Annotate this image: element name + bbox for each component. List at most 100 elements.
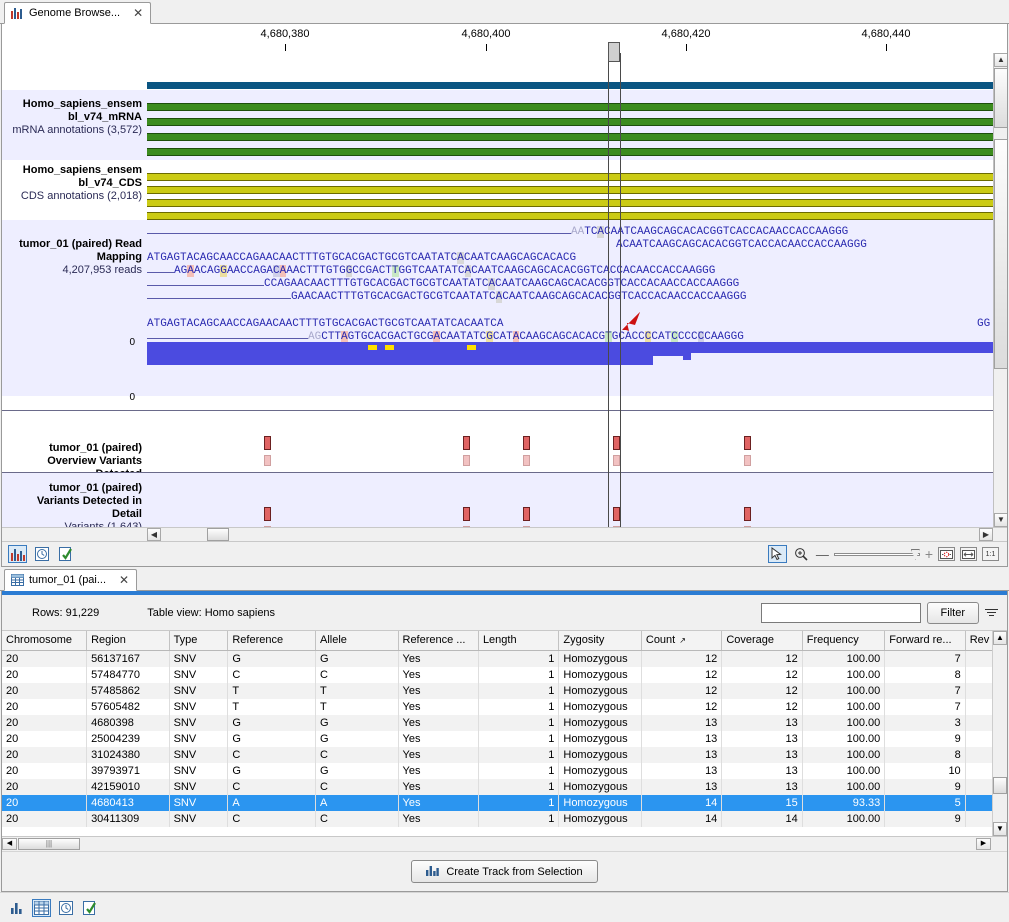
tab-variant-table[interactable]: tumor_01 (pai... ✕ bbox=[4, 569, 137, 591]
variant-marker[interactable] bbox=[463, 436, 470, 466]
browser-horizontal-scrollbar[interactable]: ◀ ▶ bbox=[2, 527, 1007, 541]
read-row[interactable]: AGAACAGGAACCAGACAAACTTTGTGGCCGACTTGGTCAA… bbox=[147, 265, 715, 278]
read-row[interactable]: AATCACAATCAAGCAGCACACGGTCACCACAACCACCAAG… bbox=[147, 226, 848, 239]
table-cell-allele: G bbox=[316, 650, 399, 667]
cds-feature[interactable] bbox=[147, 212, 993, 220]
scroll-thumb[interactable] bbox=[994, 139, 1007, 369]
table-cell-forward: 8 bbox=[885, 667, 965, 683]
table-row[interactable]: 2057484770SNVCCYes1Homozygous1212100.008 bbox=[2, 667, 1007, 683]
scroll-down-button[interactable]: ▼ bbox=[993, 822, 1007, 836]
scroll-thumb[interactable] bbox=[994, 68, 1007, 128]
scroll-thumb[interactable]: ||| bbox=[18, 838, 80, 850]
scroll-up-button[interactable]: ▲ bbox=[993, 631, 1007, 645]
close-icon[interactable]: ✕ bbox=[133, 7, 143, 19]
table-vertical-scrollbar[interactable]: ▲ ▼ bbox=[992, 631, 1007, 836]
zoom-in-label[interactable]: + bbox=[925, 546, 933, 562]
table-row[interactable]: 2025004239SNVGGYes1Homozygous1313100.009 bbox=[2, 731, 1007, 747]
checklist-icon[interactable] bbox=[56, 545, 75, 563]
column-header-reference[interactable]: Reference bbox=[228, 631, 316, 650]
table-row[interactable]: 204680413SNVAAYes1Homozygous141593.335 bbox=[2, 795, 1007, 811]
scroll-up-button[interactable]: ▲ bbox=[994, 53, 1007, 67]
table-cell-chromosome: 20 bbox=[2, 699, 87, 715]
clock-icon[interactable] bbox=[56, 899, 75, 917]
filter-input[interactable] bbox=[761, 603, 921, 623]
cursor-line-right[interactable] bbox=[620, 53, 621, 527]
read-row[interactable]: ACAATCAAGCAGCACACGGTCACCACAACCACCAAGGG bbox=[616, 239, 867, 252]
variant-marker[interactable] bbox=[613, 436, 620, 466]
column-header-length[interactable]: Length bbox=[478, 631, 558, 650]
read-row[interactable]: GAACAACTTTGTGCACGACTGCGTCAATATCACAATCAAG… bbox=[147, 291, 747, 304]
table-row[interactable]: 2039793971SNVGGYes1Homozygous1313100.001… bbox=[2, 763, 1007, 779]
variant-marker[interactable] bbox=[523, 436, 530, 466]
column-header-type[interactable]: Type bbox=[169, 631, 228, 650]
column-header-forward-reads[interactable]: Forward re... bbox=[885, 631, 965, 650]
scroll-right-button[interactable]: ▶ bbox=[976, 838, 991, 850]
table-row[interactable]: 2057605482SNVTTYes1Homozygous1212100.007 bbox=[2, 699, 1007, 715]
table-row[interactable]: 204680398SNVGGYes1Homozygous1313100.003 bbox=[2, 715, 1007, 731]
variant-marker[interactable] bbox=[264, 507, 271, 527]
table-cell-type: SNV bbox=[169, 811, 228, 827]
variant-marker[interactable] bbox=[523, 507, 530, 527]
scroll-thumb[interactable] bbox=[207, 528, 229, 541]
mrna-feature[interactable] bbox=[147, 103, 993, 111]
magnifier-icon[interactable] bbox=[792, 545, 811, 563]
variant-marker[interactable] bbox=[613, 507, 620, 527]
mrna-feature[interactable] bbox=[147, 148, 993, 156]
table-cell-ref_flag: Yes bbox=[398, 779, 478, 795]
tab-genome-browser[interactable]: Genome Browse... ✕ bbox=[4, 2, 151, 24]
variant-marker[interactable] bbox=[744, 436, 751, 466]
mrna-feature[interactable] bbox=[147, 133, 993, 141]
table-row[interactable]: 2057485862SNVTTYes1Homozygous1212100.007 bbox=[2, 683, 1007, 699]
genome-browser-view[interactable]: 4,680,380 4,680,400 4,680,420 4,680,440 … bbox=[2, 24, 1007, 527]
consensus-reference-row: ATGAGTACAGCAACCAGAACAACTTTGTGCACGACTGCGT… bbox=[147, 318, 503, 331]
variant-marker[interactable] bbox=[744, 507, 751, 527]
create-track-from-selection-button[interactable]: Create Track from Selection bbox=[411, 860, 597, 883]
read-row[interactable]: ATGAGTACAGCAACCAGAACAACTTTGTGCACGACTGCGT… bbox=[147, 252, 576, 265]
cursor-line-left[interactable] bbox=[608, 53, 609, 527]
mrna-feature[interactable] bbox=[147, 118, 993, 126]
cds-feature[interactable] bbox=[147, 186, 993, 194]
zoom-out-label[interactable]: — bbox=[816, 547, 829, 562]
table-cell-chromosome: 20 bbox=[2, 715, 87, 731]
filter-icon[interactable] bbox=[985, 605, 999, 621]
onetoone-button[interactable]: 1:1 bbox=[982, 547, 999, 561]
barchart-icon[interactable] bbox=[8, 545, 27, 563]
table-row[interactable]: 2030411309SNVCCYes1Homozygous1414100.009 bbox=[2, 811, 1007, 827]
read-row[interactable]: CCAGAACAACTTTGTGCACGACTGCGTCAATATCACAATC… bbox=[147, 278, 739, 291]
column-header-frequency[interactable]: Frequency bbox=[802, 631, 885, 650]
table-row[interactable]: 2042159010SNVCCYes1Homozygous1313100.009 bbox=[2, 779, 1007, 795]
column-header-coverage[interactable]: Coverage bbox=[722, 631, 802, 650]
column-header-region[interactable]: Region bbox=[87, 631, 170, 650]
filter-button[interactable]: Filter bbox=[927, 602, 979, 624]
pointer-icon[interactable] bbox=[768, 545, 787, 563]
scroll-thumb[interactable] bbox=[993, 777, 1007, 794]
column-header-zygosity[interactable]: Zygosity bbox=[559, 631, 642, 650]
clock-icon[interactable] bbox=[32, 545, 51, 563]
variant-grid[interactable]: Chromosome Region Type Reference Allele … bbox=[2, 631, 1007, 836]
zoom-slider[interactable] bbox=[834, 549, 920, 559]
scroll-down-button[interactable]: ▼ bbox=[994, 513, 1007, 527]
column-header-chromosome[interactable]: Chromosome bbox=[2, 631, 87, 650]
browser-vertical-scrollbar[interactable]: ▲ ▼ bbox=[993, 53, 1007, 527]
table-icon[interactable] bbox=[32, 899, 51, 917]
barchart-icon[interactable] bbox=[8, 899, 27, 917]
column-header-reference-flag[interactable]: Reference ... bbox=[398, 631, 478, 650]
scroll-right-button[interactable]: ▶ bbox=[979, 528, 993, 541]
cursor-handle[interactable] bbox=[608, 42, 620, 62]
variant-marker[interactable] bbox=[463, 507, 470, 527]
variant-marker[interactable] bbox=[264, 436, 271, 466]
table-row[interactable]: 2031024380SNVCCYes1Homozygous1313100.008 bbox=[2, 747, 1007, 763]
table-horizontal-scrollbar[interactable]: ◀ ||| ▶ bbox=[2, 836, 1007, 851]
close-icon[interactable]: ✕ bbox=[119, 574, 129, 586]
mismatch-marker bbox=[467, 345, 476, 350]
checklist-icon[interactable] bbox=[80, 899, 99, 917]
column-header-allele[interactable]: Allele bbox=[316, 631, 399, 650]
scroll-trough[interactable] bbox=[147, 528, 847, 541]
cds-feature[interactable] bbox=[147, 173, 993, 181]
cds-feature[interactable] bbox=[147, 199, 993, 207]
fit-width-icon[interactable] bbox=[938, 547, 955, 561]
column-header-count[interactable]: Count↗ bbox=[641, 631, 721, 650]
table-row[interactable]: 2056137167SNVGGYes1Homozygous1212100.007 bbox=[2, 650, 1007, 667]
scroll-left-button[interactable]: ◀ bbox=[2, 838, 17, 850]
expand-icon[interactable] bbox=[960, 547, 977, 561]
